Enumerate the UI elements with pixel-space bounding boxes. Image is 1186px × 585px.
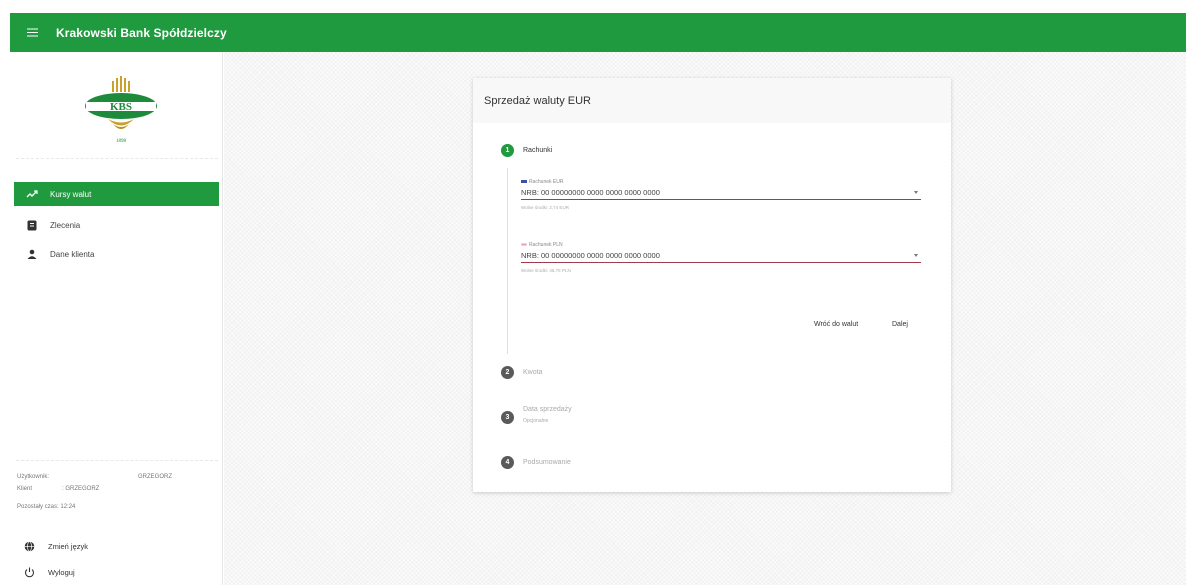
dropdown-arrow-icon[interactable]	[914, 191, 918, 194]
step-4-label[interactable]: Podsumowanie	[523, 459, 571, 466]
dropdown-arrow-icon[interactable]	[914, 254, 918, 257]
eur-account-label: Rachunek EUR	[529, 178, 564, 185]
logout-label: Wyloguj	[48, 568, 75, 577]
user-label: Użytkownik:	[17, 474, 50, 480]
client-label: Klient	[17, 486, 33, 492]
step-1-label[interactable]: Rachunki	[523, 147, 552, 154]
user-value: GRZEGORZ	[138, 474, 172, 480]
sidebar-item-label: Dane klienta	[50, 249, 95, 259]
hamburger-menu-icon[interactable]	[16, 13, 48, 52]
pln-account-label-row: Rachunek PLN	[521, 241, 921, 248]
svg-text:KBS: KBS	[110, 101, 132, 113]
pln-account-label: Rachunek PLN	[529, 241, 563, 248]
power-icon	[24, 567, 35, 578]
step-1-circle: 1	[501, 144, 514, 157]
currency-sale-card: Sprzedaż waluty EUR 1 Rachunki Rachunek …	[473, 78, 951, 492]
sidebar-item-zlecenia[interactable]: Zlecenia	[14, 213, 219, 237]
user-info-divider	[16, 460, 218, 461]
step-4-circle: 4	[501, 456, 514, 469]
pln-account-value-row[interactable]: NRB: 00 00000000 0000 0000 0000 0000	[521, 251, 921, 263]
sidebar-item-dane-klienta[interactable]: Dane klienta	[14, 242, 219, 266]
globe-icon	[24, 541, 35, 552]
logo-divider	[16, 158, 218, 159]
eur-flag-icon	[521, 180, 527, 183]
step-2-label[interactable]: Kwota	[523, 369, 542, 376]
pln-account-select[interactable]: Rachunek PLN NRB: 00 00000000 0000 0000 …	[521, 241, 921, 273]
step-connector	[507, 168, 508, 354]
eur-account-select[interactable]: Rachunek EUR NRB: 00 00000000 0000 0000 …	[521, 178, 921, 210]
order-icon	[26, 219, 38, 231]
pln-account-value: NRB: 00 00000000 0000 0000 0000 0000	[521, 251, 660, 260]
back-to-currencies-button[interactable]: Wróć do walut	[814, 321, 858, 328]
pln-flag-icon	[521, 243, 527, 246]
eur-account-label-row: Rachunek EUR	[521, 178, 921, 185]
pln-available-funds: Wolne środki: 46,75 PLN	[521, 268, 571, 273]
change-language-label: Zmień język	[48, 542, 89, 551]
app-title: Krakowski Bank Spółdzielczy	[56, 25, 227, 40]
eur-account-value: NRB: 00 00000000 0000 0000 0000 0000	[521, 188, 660, 197]
change-language-button[interactable]: Zmień język	[24, 541, 88, 552]
logout-button[interactable]: Wyloguj	[24, 567, 75, 578]
sidebar-item-label: Kursy walut	[50, 189, 92, 199]
step-3-label[interactable]: Data sprzedaży	[523, 406, 572, 413]
bank-logo: KBS 1898	[78, 76, 164, 150]
eur-available-funds: Wolne środki: 2,74 EUR	[521, 205, 569, 210]
card-title: Sprzedaż waluty EUR	[473, 78, 951, 123]
svg-text:1898: 1898	[116, 139, 127, 144]
sidebar-item-label: Zlecenia	[50, 220, 81, 230]
next-button[interactable]: Dalej	[892, 321, 908, 328]
eur-account-value-row[interactable]: NRB: 00 00000000 0000 0000 0000 0000	[521, 188, 921, 200]
step-2-circle: 2	[501, 366, 514, 379]
person-icon	[26, 248, 38, 260]
session-time: Pozostały czas: 12:24	[17, 504, 76, 510]
step-3-sublabel: Opcjonalne	[523, 418, 549, 424]
step-3-circle: 3	[501, 411, 514, 424]
trending-up-icon	[26, 188, 38, 200]
top-app-bar: Krakowski Bank Spółdzielczy	[10, 13, 1186, 52]
main-content: Sprzedaż waluty EUR 1 Rachunki Rachunek …	[224, 52, 1186, 585]
sidebar: KBS 1898 Kursy walut Zlecenia Dane klien…	[10, 52, 223, 585]
client-value: : GRZEGORZ	[62, 486, 100, 492]
sidebar-item-kursy-walut[interactable]: Kursy walut	[14, 182, 219, 206]
